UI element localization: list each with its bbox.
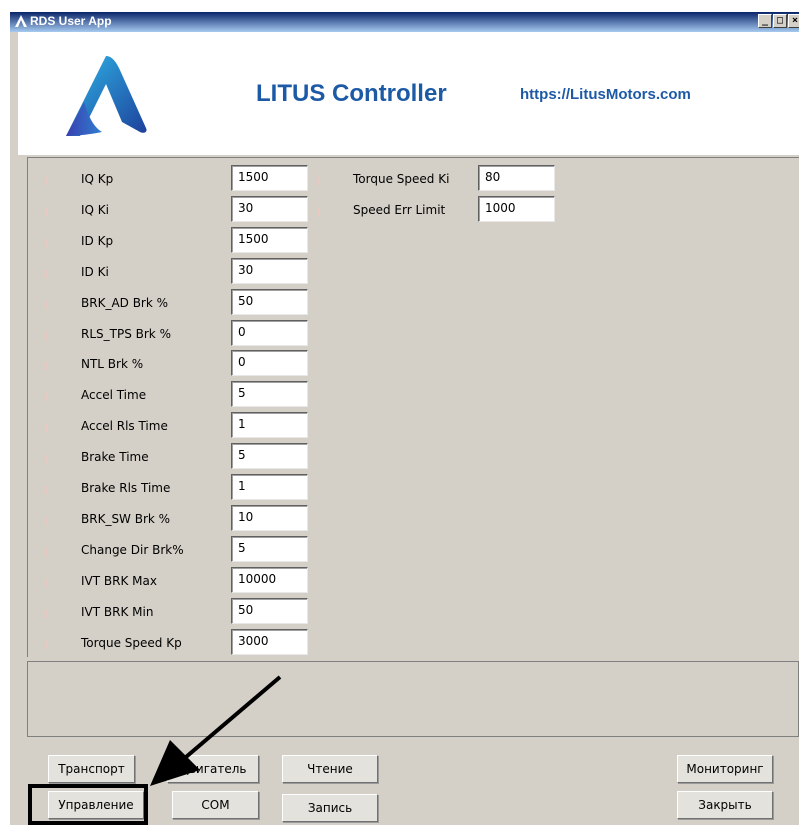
param-marker bbox=[46, 207, 48, 216]
param-marker bbox=[46, 516, 48, 525]
param-row: IVT BRK Max 10000 bbox=[46, 565, 311, 595]
param-label: Torque Speed Kp bbox=[81, 635, 182, 650]
param-input[interactable]: 30 bbox=[231, 195, 308, 222]
param-marker bbox=[46, 362, 48, 371]
transport-button[interactable]: Транспорт bbox=[48, 755, 135, 783]
param-row: BRK_SW Brk % 10 bbox=[46, 503, 311, 533]
param-marker bbox=[46, 177, 48, 185]
param-row: Accel Rls Time 1 bbox=[46, 410, 311, 440]
param-label: IVT BRK Max bbox=[81, 573, 157, 588]
param-label: BRK_AD Brk % bbox=[81, 295, 169, 310]
param-label: ID Kp bbox=[81, 233, 114, 248]
param-row: Speed Err Limit 1000 bbox=[318, 194, 558, 224]
param-input[interactable]: 5 bbox=[231, 535, 308, 562]
app-window: LITUS Controller https://LitusMotors.com… bbox=[10, 32, 799, 825]
close-button[interactable]: Закрыть bbox=[677, 791, 773, 819]
param-label: Brake Rls Time bbox=[81, 481, 171, 495]
param-marker bbox=[46, 486, 48, 494]
window-titlebar[interactable]: RDS User App _ □ × bbox=[10, 12, 799, 32]
param-row: Brake Rls Time 1 bbox=[46, 472, 311, 502]
param-marker bbox=[46, 300, 48, 309]
param-marker bbox=[46, 578, 48, 587]
maximize-button[interactable]: □ bbox=[773, 14, 787, 28]
param-input[interactable]: 80 bbox=[478, 165, 555, 191]
param-row: BRK_AD Brk % 50 bbox=[46, 287, 311, 317]
param-input[interactable]: 0 bbox=[231, 350, 308, 377]
param-row: NTL Brk % 0 bbox=[46, 348, 311, 378]
param-label: NTL Brk % bbox=[81, 357, 144, 372]
param-input[interactable]: 1 bbox=[231, 412, 308, 439]
param-marker bbox=[46, 393, 48, 402]
param-input[interactable]: 1500 bbox=[231, 165, 308, 191]
write-button[interactable]: Запись bbox=[282, 794, 378, 822]
monitoring-button[interactable]: Мониторинг bbox=[677, 755, 773, 783]
param-label: IQ Ki bbox=[81, 202, 110, 217]
param-marker bbox=[46, 331, 48, 340]
param-label: Brake Time bbox=[81, 450, 149, 465]
param-row: Brake Time 5 bbox=[46, 441, 311, 471]
param-marker bbox=[46, 424, 48, 433]
param-row: IQ Ki 30 bbox=[46, 194, 311, 224]
param-marker bbox=[46, 640, 48, 649]
param-row: ID Kp 1500 bbox=[46, 225, 311, 255]
param-row: ID Ki 30 bbox=[46, 256, 311, 286]
param-label: ID Ki bbox=[81, 264, 109, 279]
param-input[interactable]: 50 bbox=[231, 288, 308, 315]
param-marker bbox=[46, 609, 48, 618]
param-marker bbox=[318, 207, 320, 216]
param-label: Speed Err Limit bbox=[353, 202, 446, 217]
read-button[interactable]: Чтение bbox=[282, 755, 378, 783]
param-input[interactable]: 10 bbox=[231, 504, 308, 531]
app-title: LITUS Controller bbox=[256, 80, 447, 107]
minimize-button[interactable]: _ bbox=[758, 14, 772, 28]
status-panel bbox=[27, 661, 799, 737]
litus-a-logo-icon bbox=[66, 56, 147, 136]
param-marker bbox=[46, 547, 48, 556]
param-input[interactable]: 1000 bbox=[478, 195, 555, 222]
param-input[interactable]: 50 bbox=[231, 597, 308, 624]
param-marker bbox=[46, 238, 48, 247]
param-input[interactable]: 1500 bbox=[231, 226, 308, 253]
param-row: IVT BRK Min 50 bbox=[46, 596, 311, 626]
param-input[interactable]: 3000 bbox=[231, 628, 308, 655]
param-row: Torque Speed Ki 80 bbox=[318, 163, 558, 193]
param-input[interactable]: 1 bbox=[231, 474, 308, 500]
param-marker bbox=[46, 269, 48, 278]
param-row: Change Dir Brk% 5 bbox=[46, 534, 311, 564]
param-label: BRK_SW Brk % bbox=[81, 511, 171, 526]
param-input[interactable]: 30 bbox=[231, 257, 308, 284]
param-label: Torque Speed Ki bbox=[353, 172, 450, 186]
param-label: IVT BRK Min bbox=[81, 604, 154, 619]
param-row: IQ Kp 1500 bbox=[46, 163, 311, 193]
param-label: IQ Kp bbox=[81, 172, 114, 186]
param-row: Torque Speed Kp 3000 bbox=[46, 627, 311, 657]
param-input[interactable]: 5 bbox=[231, 443, 308, 470]
param-input[interactable]: 5 bbox=[231, 381, 308, 408]
param-label: Accel Time bbox=[81, 388, 147, 403]
param-label: Accel Rls Time bbox=[81, 419, 168, 434]
param-label: RLS_TPS Brk % bbox=[81, 326, 171, 341]
com-button[interactable]: COM bbox=[172, 791, 259, 819]
param-marker bbox=[46, 455, 48, 464]
close-window-button[interactable]: × bbox=[788, 14, 799, 28]
param-row: Accel Time 5 bbox=[46, 379, 311, 409]
control-button-highlight bbox=[28, 784, 148, 825]
parameters-panel: IQ Kp 1500 IQ Ki 30 ID Kp 1500 ID Ki 30 BRK_AD B… bbox=[27, 157, 799, 657]
app-logo-small-icon bbox=[15, 15, 27, 27]
param-marker bbox=[318, 177, 320, 185]
app-header: LITUS Controller https://LitusMotors.com bbox=[18, 32, 799, 155]
param-label: Change Dir Brk% bbox=[81, 542, 184, 557]
param-input[interactable]: 0 bbox=[231, 319, 308, 346]
engine-button[interactable]: Двигатель bbox=[167, 755, 259, 783]
param-input[interactable]: 10000 bbox=[231, 566, 308, 593]
param-row: RLS_TPS Brk % 0 bbox=[46, 318, 311, 348]
website-link[interactable]: https://LitusMotors.com bbox=[520, 86, 691, 103]
window-title: RDS User App bbox=[30, 14, 112, 28]
